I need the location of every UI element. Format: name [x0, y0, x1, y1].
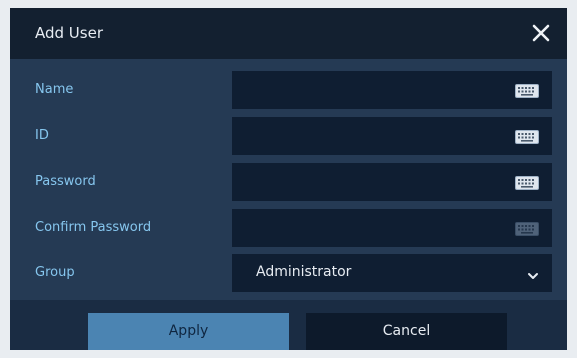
- dialog-titlebar: Add User: [10, 8, 567, 59]
- name-row: Name: [10, 71, 567, 109]
- group-selected-value: Administrator: [256, 264, 352, 280]
- cancel-button[interactable]: Cancel: [306, 313, 507, 350]
- add-user-dialog: Add User Name ID Password Confirm Passwo: [10, 8, 567, 350]
- password-input[interactable]: [232, 163, 552, 201]
- confirm-password-label: Confirm Password: [35, 220, 152, 235]
- dialog-title: Add User: [35, 24, 103, 42]
- id-input[interactable]: [232, 117, 552, 155]
- confirm-password-row: Confirm Password: [10, 209, 567, 247]
- group-select[interactable]: Administrator: [232, 254, 552, 292]
- keyboard-icon[interactable]: [515, 129, 539, 144]
- dialog-footer: Apply Cancel: [10, 300, 567, 350]
- chevron-down-icon[interactable]: [526, 267, 540, 279]
- keyboard-icon[interactable]: [515, 175, 539, 190]
- name-label: Name: [35, 82, 74, 97]
- confirm-password-input[interactable]: [232, 209, 552, 247]
- password-row: Password: [10, 163, 567, 201]
- keyboard-icon[interactable]: [515, 221, 539, 236]
- group-label: Group: [35, 265, 75, 280]
- close-icon[interactable]: [529, 21, 553, 45]
- keyboard-icon[interactable]: [515, 83, 539, 98]
- id-label: ID: [35, 128, 49, 143]
- group-row: Group Administrator: [10, 254, 567, 292]
- password-label: Password: [35, 174, 96, 189]
- apply-button[interactable]: Apply: [88, 313, 289, 350]
- id-row: ID: [10, 117, 567, 155]
- name-input[interactable]: [232, 71, 552, 109]
